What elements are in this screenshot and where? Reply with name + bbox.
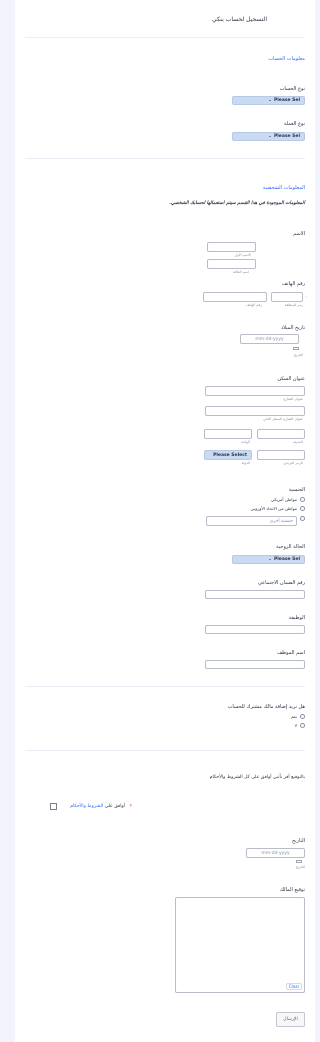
nationality-radio-eu[interactable] [300,506,305,511]
sign-date-placeholder: mm-dd-yyyy [261,850,290,856]
phone-label: رقم الهاتف [281,281,305,287]
employer-input[interactable] [205,660,305,669]
nationality-label: الجنسية [288,487,305,493]
account-type-select-value: Please Sel [273,98,300,103]
terms-agree-prefix: أوافق على [104,804,125,809]
nationality-option-us: مواطن أمريكي [270,497,297,502]
terms-required-star: * [129,804,133,810]
area-code-sublabel: رمز المنطقة [284,303,303,307]
last-name-input[interactable] [207,259,256,269]
job-input[interactable] [205,625,305,634]
account-type-label: نوع الحساب [279,86,305,92]
calendar-icon[interactable] [293,347,299,350]
joint-owner-radio-no[interactable] [300,723,305,728]
name-label: الاسم [293,231,305,237]
nationality-radio-us[interactable] [300,497,305,502]
dob-input[interactable]: mm-dd-yyyy [240,334,299,344]
phone-number-input[interactable] [203,292,267,302]
account-type-select[interactable]: Please Sel ⌄ [232,96,305,105]
nationality-radio-other[interactable] [300,516,305,521]
calendar-icon[interactable] [296,860,302,863]
area-code-input[interactable] [271,292,303,302]
phone-number-sublabel: رقم الهاتف [245,303,262,307]
address-label: عنوان السكن [277,376,305,382]
sign-date-sublabel: التاريخ [295,865,305,869]
phone-dash: - [305,294,307,298]
marital-status-label: الحالة الزوجية [276,544,305,550]
sign-date-input[interactable]: mm-dd-yyyy [246,848,305,858]
joint-owner-option-no: لا [294,723,297,728]
other-nationality-placeholder: جنسية أخرى [269,518,293,524]
account-section-heading: معلومات الحساب [268,56,305,62]
street-sublabel: عنوان الشارع [283,397,303,401]
joint-owner-question: هل تريد إضافة مالك مشترك للحساب [227,704,305,710]
personal-section-heading: المعلومات الشخصية [262,185,305,191]
marital-status-select-value: Please Sel [273,557,300,562]
signature-pad[interactable] [175,897,305,993]
divider [25,686,305,687]
sign-date-label: التاريخ [292,838,305,844]
clear-signature-button[interactable]: Clear [286,983,302,990]
divider [25,158,305,159]
ssn-label: رقم الضمان الاجتماعي [257,580,305,586]
form-card: التسجيل لحساب بنكي معلومات الحساب نوع ال… [15,0,315,1042]
terms-checkbox[interactable] [50,803,57,810]
submit-button[interactable]: الإرسال [276,1012,305,1027]
first-name-sublabel: الاسم الأول [234,253,251,257]
street2-input[interactable] [205,406,305,416]
employer-label: اسم الموظف [276,650,305,656]
dob-sublabel: التاريخ [293,353,303,357]
ssn-input[interactable] [205,590,305,599]
state-sublabel: الولاية [241,440,250,444]
street2-sublabel: عنوان الشارع السطر الثاني [263,417,303,421]
chevron-down-icon: ⌄ [268,557,272,562]
currency-select-value: Please Sel [273,134,300,139]
country-select[interactable]: Please Select [204,450,252,460]
terms-link[interactable]: الشروط والأحكام [70,804,103,809]
nationality-option-eu: مواطن من الاتحاد الأوروبي [250,506,297,511]
joint-owner-radio-yes[interactable] [300,714,305,719]
job-label: الوظيفة [288,615,305,621]
personal-section-note: المعلومات الموجودة في هذا القسم سيتم است… [169,201,305,206]
terms-statement: بالتوقيع أقر بأنني أوافق على كل الشروط و… [209,775,305,780]
street-input[interactable] [205,386,305,396]
last-name-sublabel: اسم العائلة [232,270,249,274]
country-sublabel: الدولة [241,461,250,465]
terms-agree-text: أوافق على الشروط والأحكام [70,804,125,809]
city-input[interactable] [257,429,305,439]
divider [25,37,305,38]
marital-status-select[interactable]: Please Sel ⌄ [232,555,305,564]
chevron-down-icon: ⌄ [268,98,272,103]
form-title: التسجيل لحساب بنكي [211,16,267,23]
currency-select[interactable]: Please Sel ⌄ [232,132,305,141]
postal-input[interactable] [257,450,305,460]
chevron-down-icon: ⌄ [268,134,272,139]
divider [25,750,305,751]
city-sublabel: المدينة [293,440,303,444]
dob-placeholder: mm-dd-yyyy [255,336,284,342]
state-input[interactable] [204,429,252,439]
other-nationality-input[interactable]: جنسية أخرى [206,516,297,526]
first-name-input[interactable] [207,242,256,252]
signature-label: توقيع المالك [279,887,305,893]
currency-label: نوع العملة [283,121,305,127]
postal-sublabel: الرمز البريدي [283,461,303,465]
joint-owner-option-yes: نعم [291,714,297,719]
dob-label: تاريخ الميلاد [280,325,305,331]
country-select-value: Please Select [213,452,247,458]
